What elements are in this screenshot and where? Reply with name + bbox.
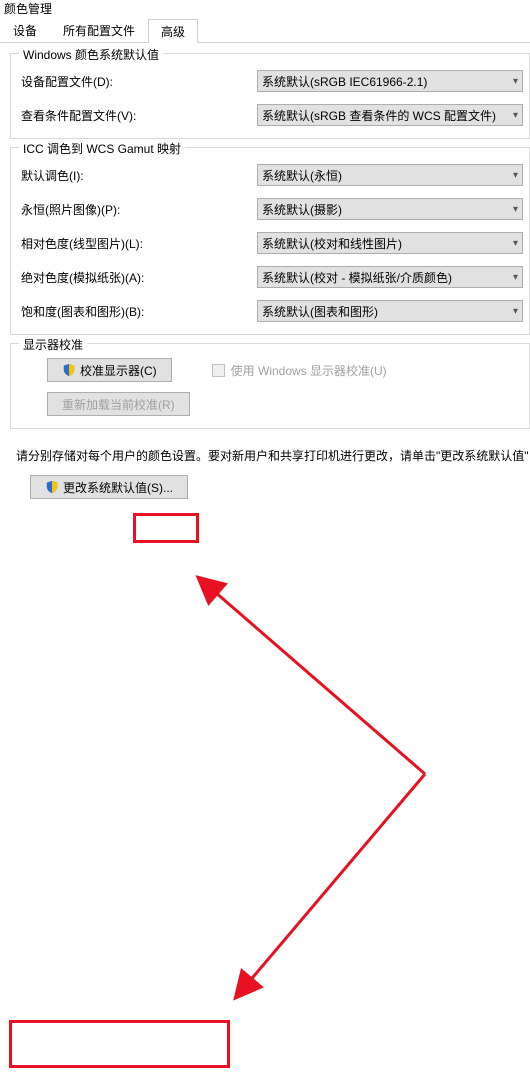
calibrate-display-button[interactable]: 校准显示器(C) bbox=[47, 358, 172, 382]
saturation-select[interactable]: 系统默认(图表和图形) bbox=[257, 300, 523, 322]
use-windows-calibration-checkbox: 使用 Windows 显示器校准(U) bbox=[212, 362, 387, 379]
relative-colorimetric-label: 相对色度(线型图片)(L): bbox=[17, 235, 257, 252]
reload-current-calibration-button: 重新加载当前校准(R) bbox=[47, 392, 190, 416]
device-profile-select[interactable]: 系统默认(sRGB IEC61966-2.1) bbox=[257, 70, 523, 92]
tab-content: Windows 颜色系统默认值 设备配置文件(D): 系统默认(sRGB IEC… bbox=[0, 43, 530, 499]
relative-colorimetric-select[interactable]: 系统默认(校对和线性图片) bbox=[257, 232, 523, 254]
group-title-gamut: ICC 调色到 WCS Gamut 映射 bbox=[19, 140, 185, 157]
group-icc-wcs-gamut: ICC 调色到 WCS Gamut 映射 默认调色(I): 系统默认(永恒) 永… bbox=[10, 147, 530, 335]
per-user-note: 请分别存储对每个用户的颜色设置。要对新用户和共享打印机进行更改，请单击"更改系统… bbox=[10, 437, 530, 475]
device-profile-label: 设备配置文件(D): bbox=[17, 73, 257, 90]
absolute-colorimetric-select[interactable]: 系统默认(校对 - 模拟纸张/介质颜色) bbox=[257, 266, 523, 288]
change-system-defaults-label: 更改系统默认值(S)... bbox=[63, 479, 173, 496]
shield-icon bbox=[62, 363, 76, 377]
annotation-box-button bbox=[9, 1020, 230, 1068]
viewing-conditions-select[interactable]: 系统默认(sRGB 查看条件的 WCS 配置文件) bbox=[257, 104, 523, 126]
checkbox-icon bbox=[212, 364, 225, 377]
shield-icon bbox=[45, 480, 59, 494]
group-windows-color-defaults: Windows 颜色系统默认值 设备配置文件(D): 系统默认(sRGB IEC… bbox=[10, 53, 530, 139]
default-intent-select[interactable]: 系统默认(永恒) bbox=[257, 164, 523, 186]
perceptual-label: 永恒(照片图像)(P): bbox=[17, 201, 257, 218]
viewing-conditions-label: 查看条件配置文件(V): bbox=[17, 107, 257, 124]
default-intent-label: 默认调色(I): bbox=[17, 167, 257, 184]
absolute-colorimetric-label: 绝对色度(模拟纸张)(A): bbox=[17, 269, 257, 286]
tabbar: 设备 所有配置文件 高级 bbox=[0, 19, 530, 43]
perceptual-select[interactable]: 系统默认(摄影) bbox=[257, 198, 523, 220]
change-system-defaults-button[interactable]: 更改系统默认值(S)... bbox=[30, 475, 188, 499]
calibrate-display-label: 校准显示器(C) bbox=[80, 362, 157, 379]
group-display-calibration: 显示器校准 校准显示器(C) 使用 Windows 显示器校准(U) 重新加载当… bbox=[10, 343, 530, 429]
saturation-label: 饱和度(图表和图形)(B): bbox=[17, 303, 257, 320]
annotation-arrow-1 bbox=[0, 499, 530, 1077]
tab-devices[interactable]: 设备 bbox=[0, 18, 50, 42]
group-title-calib: 显示器校准 bbox=[19, 336, 87, 353]
use-windows-calibration-label: 使用 Windows 显示器校准(U) bbox=[231, 362, 387, 379]
annotation-box-tab bbox=[133, 513, 199, 543]
group-title-defaults: Windows 颜色系统默认值 bbox=[19, 46, 163, 63]
tab-all-profiles[interactable]: 所有配置文件 bbox=[50, 18, 148, 42]
window-title: 颜色管理 bbox=[0, 0, 530, 19]
tab-advanced[interactable]: 高级 bbox=[148, 19, 198, 43]
